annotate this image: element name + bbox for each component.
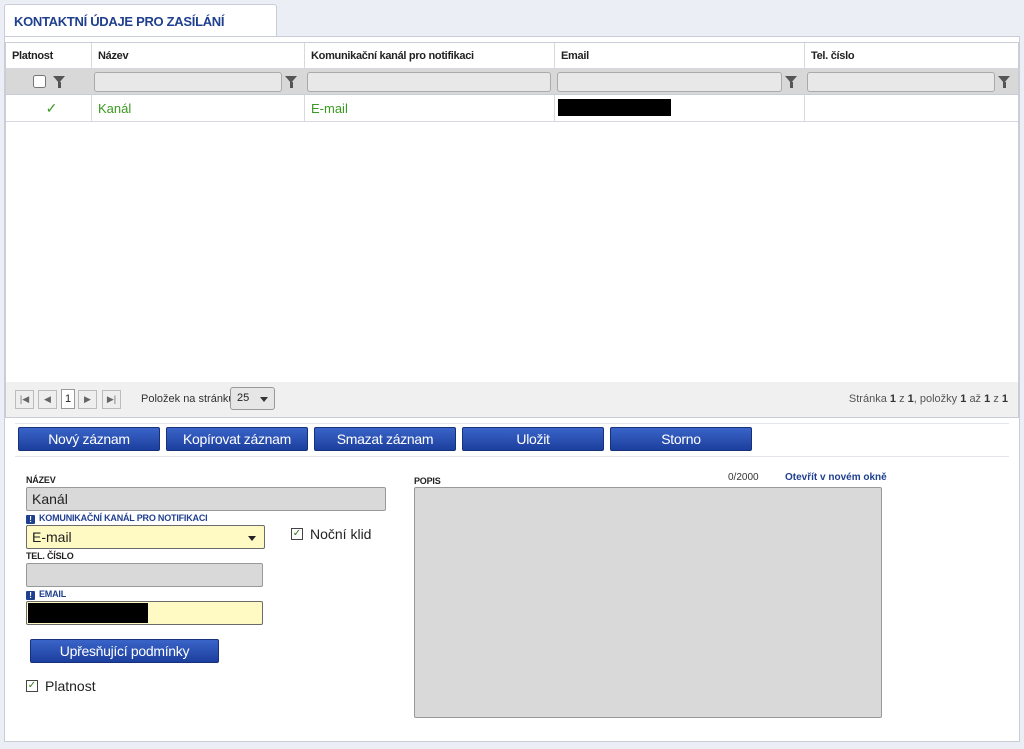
- required-icon: !: [26, 591, 35, 600]
- tel-label: TEL. ČÍSLO: [26, 551, 74, 561]
- main-panel: Platnost Název Komunikační kanál pro not…: [4, 36, 1020, 742]
- page-number[interactable]: 1: [61, 389, 75, 409]
- filter-platnost-checkbox[interactable]: [33, 75, 46, 88]
- next-page-icon[interactable]: ▶: [78, 390, 97, 409]
- filter-icon[interactable]: [998, 76, 1010, 88]
- check-icon: ✓: [45, 100, 58, 116]
- email-label: ! EMAIL: [26, 589, 66, 600]
- platnost-checkbox[interactable]: ✓: [26, 680, 38, 692]
- col-header-kanal[interactable]: Komunikační kanál pro notifikaci: [305, 43, 555, 68]
- upresnujici-podminky-button[interactable]: Upřesňující podmínky: [30, 639, 219, 663]
- tel-field[interactable]: [26, 563, 263, 587]
- col-header-nazev[interactable]: Název: [92, 43, 305, 68]
- grid-filter-row: [6, 69, 1018, 95]
- copy-record-button[interactable]: Kopírovat záznam: [166, 427, 308, 451]
- cancel-button[interactable]: Storno: [610, 427, 752, 451]
- filter-tel-input[interactable]: [807, 72, 995, 92]
- filter-icon[interactable]: [785, 76, 797, 88]
- filter-email-input[interactable]: [557, 72, 782, 92]
- redacted-email: [28, 603, 148, 623]
- save-button[interactable]: Uložit: [462, 427, 604, 451]
- cell-email: [555, 95, 805, 121]
- chevron-down-icon: [248, 536, 256, 541]
- new-record-button[interactable]: Nový záznam: [18, 427, 160, 451]
- filter-nazev-input[interactable]: [94, 72, 282, 92]
- first-page-icon[interactable]: |◀: [15, 390, 34, 409]
- popis-textarea[interactable]: [414, 487, 882, 718]
- pager-info: Stránka 1 z 1, položky 1 až 1 z 1: [848, 393, 1008, 405]
- redacted-email: [558, 99, 671, 116]
- cell-kanal: E-mail: [305, 95, 555, 121]
- cell-tel: [805, 95, 1018, 121]
- popis-label: POPIS: [414, 476, 441, 486]
- per-page-select[interactable]: 25: [230, 387, 275, 410]
- prev-page-icon[interactable]: ◀: [38, 390, 57, 409]
- col-header-email[interactable]: Email: [555, 43, 805, 68]
- grid-header: Platnost Název Komunikační kanál pro not…: [6, 43, 1018, 69]
- divider: [15, 456, 1009, 457]
- popis-counter: 0/2000: [728, 472, 759, 483]
- col-header-tel[interactable]: Tel. číslo: [805, 43, 1018, 68]
- nocni-klid-label: Noční klid: [310, 526, 372, 542]
- last-page-icon[interactable]: ▶|: [102, 390, 121, 409]
- filter-icon[interactable]: [53, 76, 65, 88]
- filter-icon[interactable]: [285, 76, 297, 88]
- kanal-label: ! KOMUNIKAČNÍ KANÁL PRO NOTIFIKACI: [26, 513, 208, 524]
- table-row[interactable]: ✓ Kanál E-mail: [6, 95, 1018, 122]
- nazev-field[interactable]: Kanál: [26, 487, 386, 511]
- chevron-down-icon: [260, 397, 268, 402]
- nocni-klid-checkbox[interactable]: ✓: [291, 528, 303, 540]
- grid-pager: |◀ ◀ 1 ▶ ▶| Položek na stránku 25 Stránk…: [6, 382, 1018, 417]
- contacts-grid: Platnost Název Komunikační kanál pro not…: [5, 42, 1019, 418]
- cell-nazev: Kanál: [92, 95, 305, 121]
- kanal-select[interactable]: E-mail: [26, 525, 265, 549]
- platnost-label: Platnost: [45, 678, 96, 694]
- col-header-platnost[interactable]: Platnost: [6, 43, 92, 68]
- filter-kanal-input[interactable]: [307, 72, 551, 92]
- delete-record-button[interactable]: Smazat záznam: [314, 427, 456, 451]
- nazev-label: NÁZEV: [26, 475, 56, 485]
- per-page-label: Položek na stránku: [141, 393, 235, 405]
- email-field[interactable]: [26, 601, 263, 625]
- tab-kontaktni-udaje[interactable]: KONTAKTNÍ ÚDAJE PRO ZASÍLÁNÍ NOTIFIKACÍ: [4, 4, 277, 62]
- required-icon: !: [26, 515, 35, 524]
- divider: [15, 423, 1009, 424]
- open-new-window-link[interactable]: Otevřít v novém okně: [785, 472, 887, 483]
